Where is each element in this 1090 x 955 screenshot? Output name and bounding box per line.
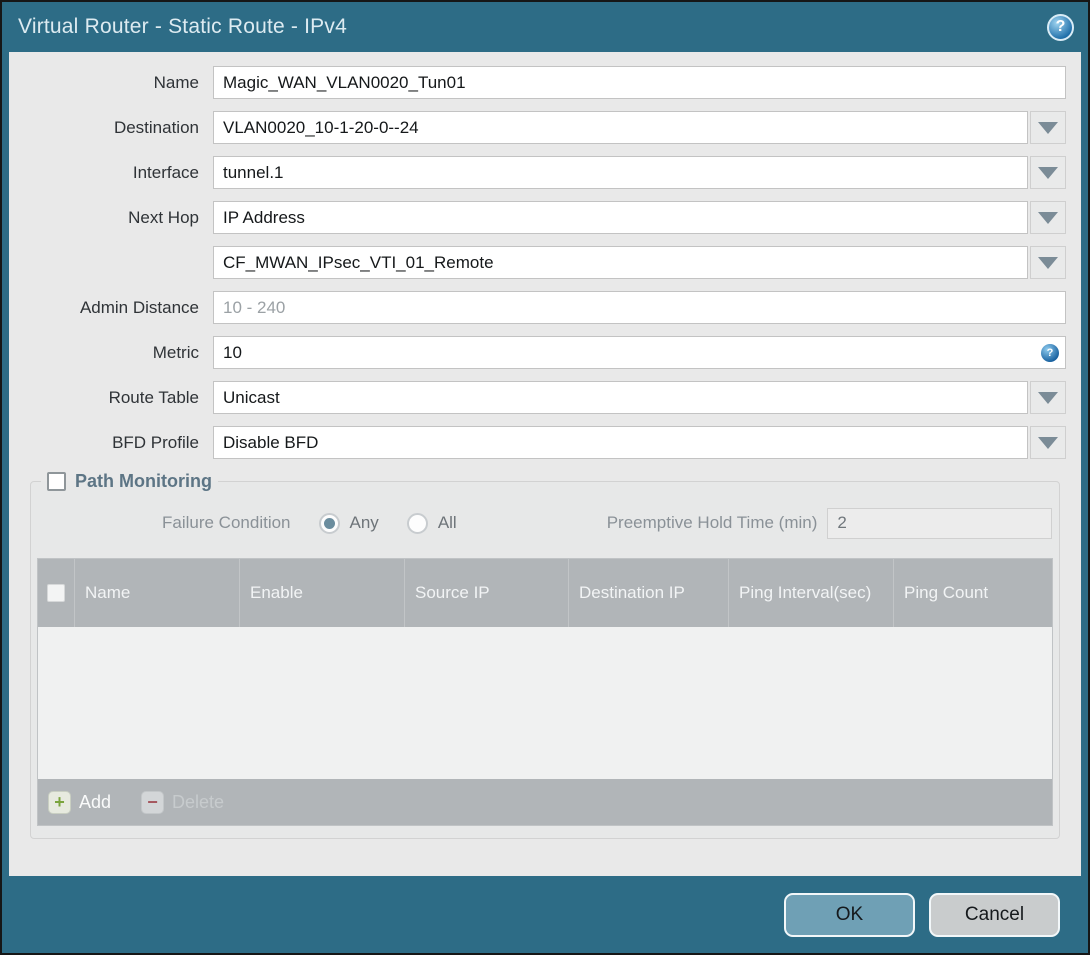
- header-name[interactable]: Name: [75, 559, 240, 627]
- table-body-empty: [38, 627, 1052, 779]
- interface-label: Interface: [132, 162, 199, 182]
- header-select-all-cell: [38, 559, 75, 627]
- path-monitoring-section: Path Monitoring Failure Condition Any Al…: [30, 471, 1060, 839]
- header-source-ip[interactable]: Source IP: [405, 559, 569, 627]
- add-button-label: Add: [79, 791, 112, 812]
- failure-condition-label: Failure Condition: [162, 513, 291, 532]
- table-header-row: Name Enable Source IP Destination IP Pin…: [38, 559, 1052, 627]
- metric-input[interactable]: [213, 336, 1066, 369]
- next-hop-address-row: [9, 246, 1081, 279]
- failure-condition-any-radio[interactable]: [318, 512, 340, 534]
- path-monitoring-checkbox[interactable]: [47, 472, 66, 491]
- ok-button[interactable]: OK: [784, 892, 915, 937]
- add-button[interactable]: + Add: [48, 790, 112, 814]
- chevron-down-icon: [1038, 436, 1058, 449]
- dialog-titlebar: Virtual Router - Static Route - IPv4 ?: [2, 2, 1088, 52]
- route-table-input[interactable]: [213, 381, 1028, 414]
- next-hop-type-input[interactable]: [213, 201, 1028, 234]
- destination-input[interactable]: [213, 111, 1028, 144]
- bfd-profile-label: BFD Profile: [112, 432, 199, 452]
- dialog-title: Virtual Router - Static Route - IPv4: [18, 15, 347, 38]
- interface-dropdown-button[interactable]: [1030, 156, 1066, 189]
- select-all-checkbox[interactable]: [47, 584, 65, 602]
- radio-dot: [412, 518, 423, 529]
- preemptive-hold-time-input[interactable]: [827, 507, 1053, 539]
- bfd-profile-row: BFD Profile: [9, 426, 1081, 459]
- interface-input[interactable]: [213, 156, 1028, 189]
- failure-condition-any-label: Any: [349, 513, 379, 532]
- admin-distance-label: Admin Distance: [79, 297, 199, 317]
- name-label: Name: [153, 72, 199, 92]
- metric-label: Metric: [152, 342, 199, 362]
- admin-distance-row: Admin Distance: [9, 291, 1081, 324]
- path-monitoring-table: Name Enable Source IP Destination IP Pin…: [37, 558, 1053, 826]
- radio-dot: [323, 517, 335, 529]
- metric-info-icon[interactable]: ?: [1041, 344, 1059, 362]
- help-icon[interactable]: ?: [1047, 13, 1074, 41]
- chevron-down-icon: [1038, 256, 1058, 269]
- interface-row: Interface: [9, 156, 1081, 189]
- chevron-down-icon: [1038, 391, 1058, 404]
- header-ping-interval[interactable]: Ping Interval(sec): [729, 559, 894, 627]
- name-input[interactable]: [213, 66, 1066, 99]
- next-hop-type-dropdown-button[interactable]: [1030, 201, 1066, 234]
- route-table-dropdown-button[interactable]: [1030, 381, 1066, 414]
- failure-condition-all-radio[interactable]: [406, 512, 428, 534]
- destination-row: Destination: [9, 111, 1081, 144]
- chevron-down-icon: [1038, 166, 1058, 179]
- plus-icon: +: [48, 790, 71, 814]
- destination-dropdown-button[interactable]: [1030, 111, 1066, 144]
- next-hop-address-input[interactable]: [213, 246, 1028, 279]
- preemptive-hold-time-label: Preemptive Hold Time (min): [606, 513, 818, 532]
- destination-label: Destination: [113, 117, 199, 137]
- chevron-down-icon: [1038, 211, 1058, 224]
- admin-distance-input[interactable]: [213, 291, 1066, 324]
- route-table-label: Route Table: [108, 387, 199, 407]
- static-route-dialog: Virtual Router - Static Route - IPv4 ? N…: [0, 0, 1090, 955]
- delete-button-label: Delete: [172, 791, 225, 812]
- header-enable[interactable]: Enable: [240, 559, 405, 627]
- minus-icon: −: [141, 790, 165, 814]
- next-hop-label: Next Hop: [128, 207, 199, 227]
- path-monitoring-title: Path Monitoring: [75, 471, 212, 491]
- chevron-down-icon: [1038, 121, 1058, 134]
- header-ping-count[interactable]: Ping Count: [894, 559, 1052, 627]
- bfd-profile-input[interactable]: [213, 426, 1028, 459]
- metric-row: Metric ?: [9, 336, 1081, 369]
- header-destination-ip[interactable]: Destination IP: [569, 559, 729, 627]
- next-hop-address-dropdown-button[interactable]: [1030, 246, 1066, 279]
- dialog-content: Name Destination Interface Next Hop: [9, 52, 1081, 876]
- table-toolbar: + Add − Delete: [38, 779, 1052, 825]
- failure-condition-all-label: All: [437, 513, 457, 532]
- bfd-profile-dropdown-button[interactable]: [1030, 426, 1066, 459]
- failure-condition-row: Failure Condition Any All Preemptive Hol…: [37, 506, 1053, 540]
- delete-button[interactable]: − Delete: [141, 790, 225, 814]
- name-row: Name: [9, 66, 1081, 99]
- next-hop-row: Next Hop: [9, 201, 1081, 234]
- route-table-row: Route Table: [9, 381, 1081, 414]
- dialog-footer: OK Cancel: [2, 876, 1088, 953]
- cancel-button[interactable]: Cancel: [929, 892, 1060, 937]
- path-monitoring-legend: Path Monitoring: [41, 471, 218, 492]
